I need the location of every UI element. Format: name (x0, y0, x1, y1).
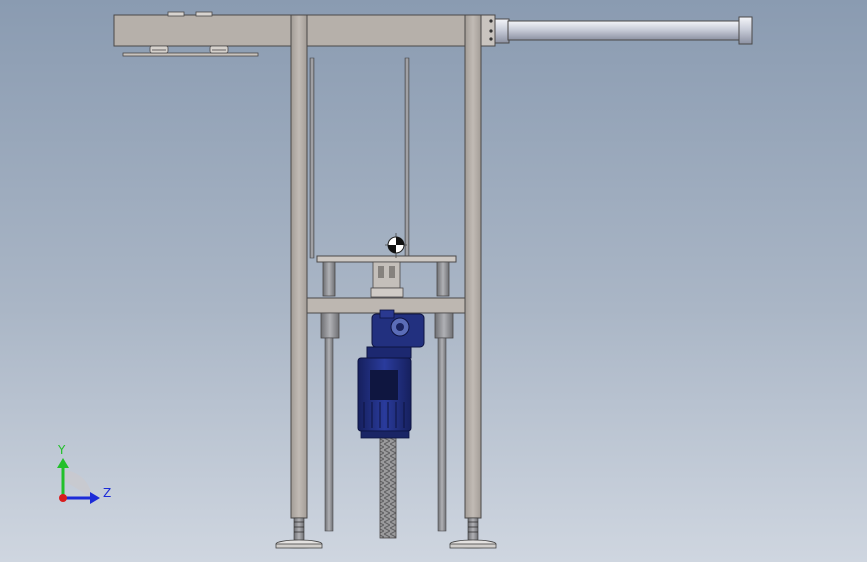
guide-rod-left (309, 57, 315, 259)
pneumatic-cylinder (494, 16, 753, 45)
z-axis-label: Z (103, 486, 112, 500)
y-axis-arrow (57, 458, 69, 468)
slide-plate (122, 45, 259, 57)
center-of-mass-icon (385, 233, 407, 258)
y-axis-label: Y (58, 443, 66, 457)
guide-rod-right (404, 57, 410, 259)
x-axis-dot (59, 494, 67, 502)
right-post (464, 14, 482, 519)
left-post (290, 14, 308, 519)
z-axis-arrow (90, 492, 100, 504)
assembly-model[interactable] (0, 0, 867, 562)
lifting-platform (316, 255, 457, 298)
end-plate (480, 14, 496, 47)
leveling-foot-left (275, 517, 323, 549)
coordinate-triad (57, 458, 100, 504)
gear-rack (379, 437, 397, 539)
gear-motor (357, 309, 425, 439)
graphics-viewport[interactable]: Y Z (0, 0, 867, 562)
leveling-foot-right (449, 517, 497, 549)
